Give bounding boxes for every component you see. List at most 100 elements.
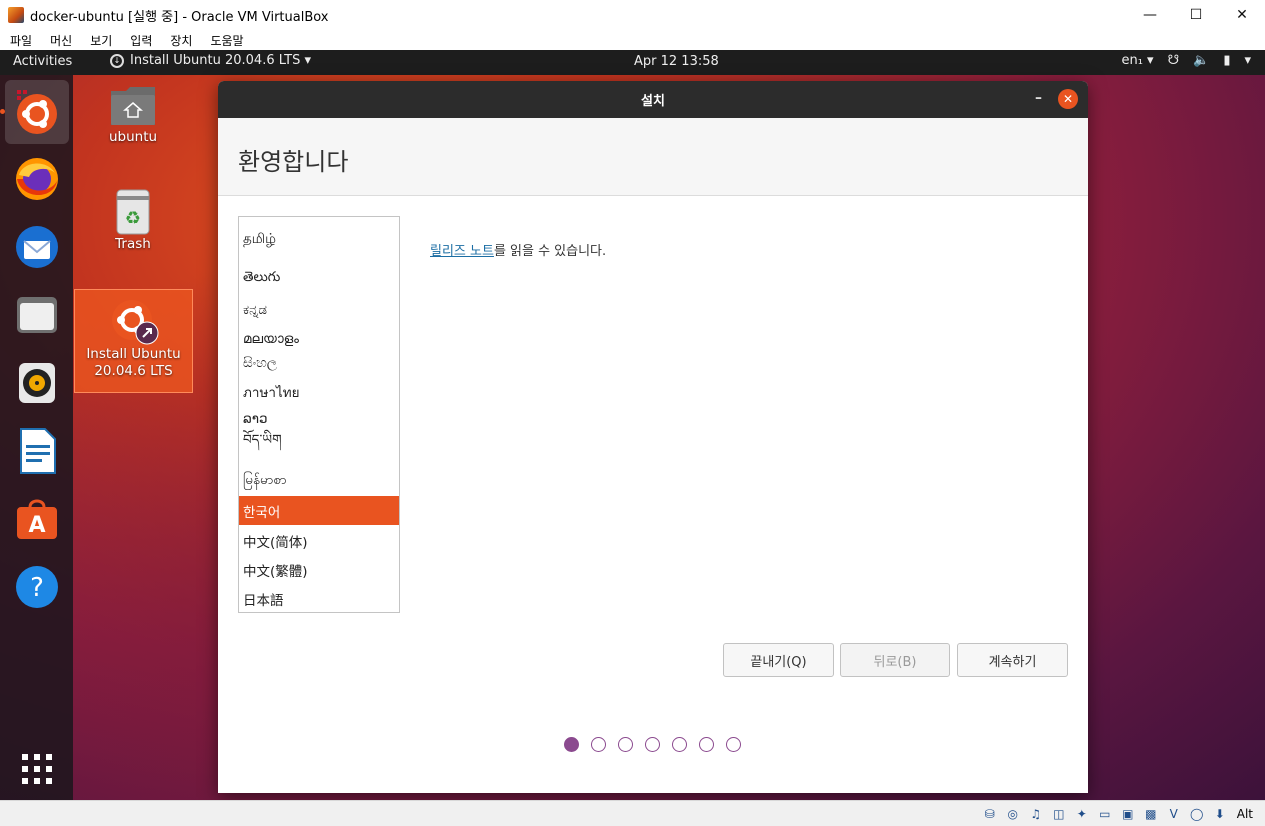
- language-item[interactable]: தமிழ்: [239, 225, 399, 254]
- install-download-icon: ↓: [110, 53, 124, 68]
- dock: A ?: [0, 75, 73, 800]
- gnome-topbar: Activities ↓ Install Ubuntu 20.04.6 LTS …: [0, 50, 1265, 75]
- app-grid-icon: [22, 754, 52, 784]
- host-statusbar: ⛁ ◎ ♫ ◫ ✦ ▭ ▣ ▩ V ◯ ⬇ Alt: [0, 800, 1265, 826]
- maximize-icon[interactable]: ☐: [1173, 0, 1219, 30]
- install-ubuntu-label-2: 20.04.6 LTS: [94, 363, 173, 379]
- dock-software[interactable]: A: [5, 487, 69, 551]
- writer-icon: [20, 428, 56, 474]
- audio-icon[interactable]: ♫: [1026, 804, 1046, 823]
- thunderbird-icon: [16, 226, 58, 268]
- dock-libreoffice-writer[interactable]: [5, 419, 69, 483]
- usb-icon[interactable]: ✦: [1072, 804, 1092, 823]
- dock-show-applications[interactable]: [5, 749, 69, 789]
- menu-help[interactable]: 도움말: [210, 32, 243, 49]
- trash-label: Trash: [115, 236, 151, 252]
- dock-thunderbird[interactable]: [5, 215, 69, 279]
- release-notes-text: 릴리즈 노트를 읽을 수 있습니다.: [430, 240, 606, 259]
- menu-view[interactable]: 보기: [90, 32, 112, 49]
- network-icon[interactable]: ☋: [1168, 53, 1180, 68]
- desktop-home-folder[interactable]: ubuntu: [73, 83, 193, 146]
- language-item[interactable]: မြန်မာစာ: [239, 466, 399, 495]
- dock-files[interactable]: [5, 283, 69, 347]
- back-button[interactable]: 뒤로(B): [840, 643, 950, 677]
- release-notes-link[interactable]: 릴리즈 노트: [430, 244, 494, 259]
- dock-help[interactable]: ?: [5, 555, 69, 619]
- svg-text:?: ?: [30, 573, 44, 603]
- language-item[interactable]: ಕನ್ನಡ: [239, 295, 399, 324]
- dock-firefox[interactable]: [5, 147, 69, 211]
- clock[interactable]: Apr 12 13:58: [634, 54, 719, 69]
- desktop-install-ubuntu[interactable]: Install Ubuntu 20.04.6 LTS: [74, 289, 193, 393]
- step-indicator: [564, 737, 741, 752]
- virtualization-icon[interactable]: V: [1164, 804, 1184, 823]
- hard-disk-icon[interactable]: ⛁: [980, 804, 1000, 823]
- files-icon: [17, 297, 57, 333]
- home-folder-icon: [111, 87, 155, 125]
- language-item[interactable]: తెలుగు: [239, 264, 399, 293]
- step-dot: [699, 737, 714, 752]
- language-item[interactable]: བོད་ཡིག: [239, 429, 399, 458]
- dock-ubuntu-installer[interactable]: [5, 80, 69, 144]
- system-tray: en₁ ▾ ☋ 🔈 ▮ ▾: [1121, 53, 1251, 68]
- close-icon[interactable]: ✕: [1219, 0, 1265, 30]
- network-adapter-icon[interactable]: ◫: [1049, 804, 1069, 823]
- status-icons: ⛁ ◎ ♫ ◫ ✦ ▭ ▣ ▩ V ◯ ⬇ Alt: [980, 804, 1253, 823]
- host-menubar: 파일 머신 보기 입력 장치 도움말: [0, 30, 1265, 50]
- dock-rhythmbox[interactable]: [5, 351, 69, 415]
- activities-button[interactable]: Activities: [13, 54, 72, 69]
- keyboard-layout[interactable]: en₁ ▾: [1121, 53, 1153, 68]
- language-list[interactable]: தமிழ் తెలుగు ಕನ್ನಡ മലയാളം සිංහල ภาษาไทย …: [238, 216, 400, 613]
- rhythmbox-icon: [19, 363, 55, 403]
- install-ubuntu-label-1: Install Ubuntu: [86, 346, 181, 362]
- home-folder-label: ubuntu: [108, 129, 158, 145]
- step-dot: [618, 737, 633, 752]
- language-item-selected[interactable]: 한국어: [239, 496, 399, 525]
- desktop-trash[interactable]: ♻ Trash: [73, 188, 193, 253]
- help-icon: ?: [16, 566, 58, 608]
- menu-file[interactable]: 파일: [10, 32, 32, 49]
- system-menu-chevron-icon[interactable]: ▾: [1244, 53, 1251, 68]
- virtualbox-icon: [8, 7, 24, 23]
- continue-button[interactable]: 계속하기: [957, 643, 1068, 677]
- volume-icon[interactable]: 🔈: [1193, 53, 1209, 68]
- battery-icon[interactable]: ▮: [1223, 53, 1230, 68]
- app-menu-label: Install Ubuntu 20.04.6 LTS ▾: [130, 53, 312, 68]
- keyboard-capture-icon[interactable]: ⬇: [1210, 804, 1230, 823]
- menu-input[interactable]: 입력: [130, 32, 152, 49]
- installer-window: 설치 – ✕ 환영합니다 தமிழ் తెలుగు ಕನ್ನಡ മലയാളം ස…: [218, 81, 1088, 793]
- recording-icon[interactable]: ▩: [1141, 804, 1161, 823]
- quit-button[interactable]: 끝내기(Q): [723, 643, 834, 677]
- page-title: 환영합니다: [238, 148, 349, 176]
- language-item[interactable]: 日本語: [239, 584, 399, 612]
- software-store-icon: A: [17, 499, 57, 539]
- install-ubuntu-icon: [111, 300, 158, 345]
- language-item[interactable]: 中文(繁體): [239, 555, 399, 584]
- minimize-icon[interactable]: —: [1127, 0, 1173, 30]
- language-item[interactable]: ภาษาไทย: [239, 377, 399, 406]
- language-item[interactable]: සිංහල: [239, 348, 399, 377]
- step-dot: [591, 737, 606, 752]
- svg-text:♻: ♻: [125, 208, 141, 229]
- release-notes-suffix: 를 읽을 수 있습니다.: [493, 244, 607, 259]
- host-window-title: docker-ubuntu [실행 중] - Oracle VM Virtual…: [30, 9, 329, 25]
- installer-titlebar: 설치 – ✕: [218, 81, 1088, 118]
- optical-drive-icon[interactable]: ◎: [1003, 804, 1023, 823]
- menu-devices[interactable]: 장치: [170, 32, 192, 49]
- installer-window-title: 설치: [641, 94, 665, 109]
- close-icon[interactable]: ✕: [1058, 89, 1078, 109]
- trash-icon: ♻: [116, 189, 150, 235]
- ubuntu-installer-icon: [17, 90, 57, 134]
- language-item[interactable]: 中文(简体): [239, 526, 399, 555]
- host-window-controls: — ☐ ✕: [1127, 0, 1265, 30]
- mouse-integration-icon[interactable]: ◯: [1187, 804, 1207, 823]
- minimize-icon[interactable]: –: [1035, 90, 1042, 106]
- host-titlebar: docker-ubuntu [실행 중] - Oracle VM Virtual…: [0, 0, 1265, 30]
- menu-machine[interactable]: 머신: [50, 32, 72, 49]
- app-menu[interactable]: ↓ Install Ubuntu 20.04.6 LTS ▾: [110, 53, 311, 68]
- step-dot: [726, 737, 741, 752]
- shared-folder-icon[interactable]: ▭: [1095, 804, 1115, 823]
- display-icon[interactable]: ▣: [1118, 804, 1138, 823]
- host-key-label: Alt: [1236, 806, 1253, 821]
- firefox-icon: [16, 158, 58, 200]
